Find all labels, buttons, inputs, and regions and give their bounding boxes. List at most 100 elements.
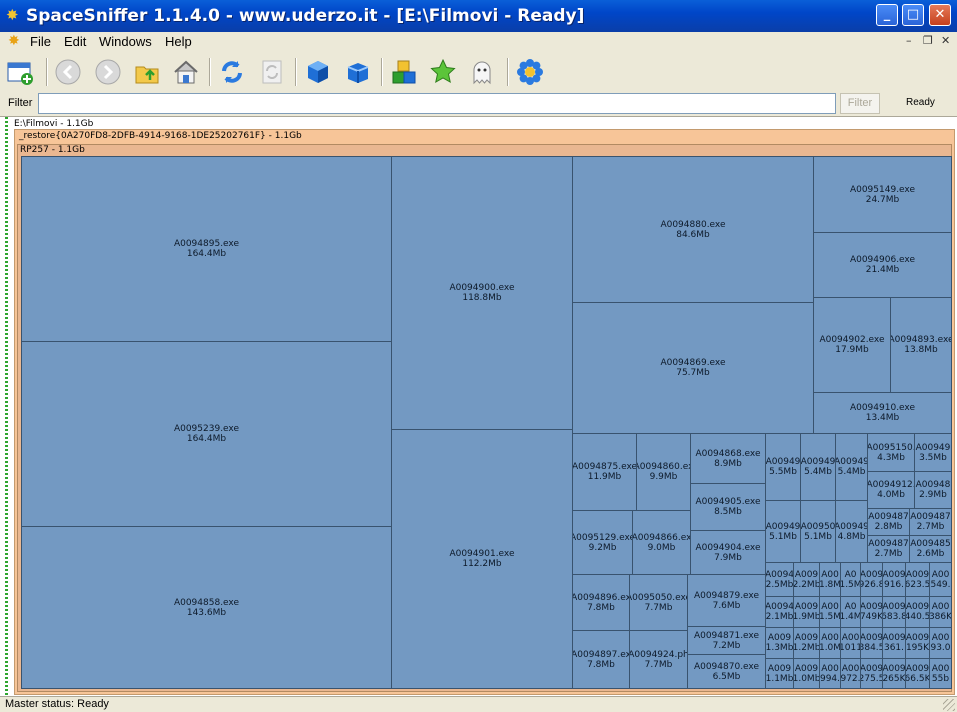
restore-folder-block[interactable]: _restore{0A270FD8-2DFB-4914-9168-1DE2520… <box>14 129 955 695</box>
file-tile[interactable]: A0094902.exe 17.9Mb <box>813 297 891 393</box>
ghost-icon[interactable] <box>468 58 496 86</box>
file-tile[interactable]: A0095150. 4.3Mb <box>867 433 915 472</box>
file-tile[interactable]: A009487 2.7Mb <box>867 535 910 563</box>
file-tile[interactable]: A009487 2.8Mb <box>867 508 910 536</box>
file-tile[interactable]: A0094871.exe 7.2Mb <box>687 626 766 655</box>
close-button[interactable]: ✕ <box>929 4 951 26</box>
up-folder-icon[interactable] <box>133 58 161 86</box>
mdi-minimize-button[interactable]: – <box>906 34 912 47</box>
file-tile[interactable]: A0094870.exe 6.5Mb <box>687 654 766 689</box>
file-tile[interactable]: A0094 2.1Mb <box>765 596 794 628</box>
file-tile[interactable]: A009275.5 <box>860 658 883 689</box>
file-tile[interactable]: A00 55b <box>929 658 952 689</box>
file-tile[interactable]: A00950 5.1Mb <box>800 500 836 563</box>
menu-windows[interactable]: Windows <box>99 34 152 49</box>
blue-cube-open-icon[interactable] <box>344 58 372 86</box>
file-tile[interactable]: A0094906.exe 21.4Mb <box>813 232 952 298</box>
refresh-icon[interactable] <box>218 58 246 86</box>
file-tile[interactable]: A009 1.9Mb <box>793 596 820 628</box>
file-tile[interactable]: A0094924.ph 7.7Mb <box>629 630 688 689</box>
file-tile[interactable]: A0094869.exe 75.7Mb <box>572 302 814 434</box>
rp-folder-block[interactable]: RP257 - 1.1Gb A0094895.exe 164.4Mb A009523… <box>17 144 952 692</box>
file-tile[interactable]: A00949 5.4Mb <box>835 433 868 501</box>
file-tile[interactable]: A00 549. <box>929 562 952 597</box>
file-tile[interactable]: A009 195K <box>905 627 930 659</box>
file-tile[interactable]: A0 1.5M <box>840 562 861 597</box>
file-tile[interactable]: A009926.8 <box>860 562 883 597</box>
file-tile[interactable]: A00 1011 <box>840 627 861 659</box>
file-tile[interactable]: A009 2.2Mb <box>793 562 820 597</box>
file-tile[interactable]: A0094900.exe 118.8Mb <box>391 156 573 430</box>
file-tile[interactable]: A00948 2.9Mb <box>914 471 952 509</box>
blue-cube-icon[interactable] <box>304 58 332 86</box>
home-icon[interactable] <box>172 58 200 86</box>
file-tile[interactable]: A0094 2.5Mb <box>765 562 794 597</box>
file-tile[interactable]: A009384.5 <box>860 627 883 659</box>
file-tile[interactable]: A00949 5.5Mb <box>765 433 801 501</box>
file-tile[interactable]: A0095050.exe 7.7Mb <box>629 574 688 631</box>
file-tile[interactable]: A0 1.4M <box>840 596 861 628</box>
file-tile[interactable]: A0094860.ex 9.9Mb <box>636 433 691 511</box>
file-tile[interactable]: A0095149.exe 24.7Mb <box>813 156 952 233</box>
file-tile[interactable]: A00 386K <box>929 596 952 628</box>
root-folder-label[interactable]: E:\Filmovi - 1.1Gb <box>14 119 93 129</box>
filter-button[interactable]: Filter <box>840 93 880 114</box>
file-tile[interactable]: A009 66.5K <box>905 658 930 689</box>
file-tile[interactable]: A009 361. <box>882 627 906 659</box>
mdi-app-icon[interactable]: ✸ <box>8 33 20 49</box>
file-tile[interactable]: A00949 5.1Mb <box>765 500 801 563</box>
star-icon[interactable] <box>429 58 457 86</box>
filter-input[interactable] <box>38 93 836 114</box>
file-tile[interactable]: A0094880.exe 84.6Mb <box>572 156 814 303</box>
file-tile[interactable]: A0095239.exe 164.4Mb <box>21 341 392 527</box>
file-tile[interactable]: A009 916. <box>882 562 906 597</box>
file-tile[interactable]: A009 440.5 <box>905 596 930 628</box>
file-tile[interactable]: A00 1.5M <box>819 596 841 628</box>
file-tile[interactable]: A0094875.exe 11.9Mb <box>572 433 637 511</box>
menu-file[interactable]: File <box>30 34 51 49</box>
file-tile[interactable]: A009 265K <box>882 658 906 689</box>
menu-edit[interactable]: Edit <box>64 34 86 49</box>
settings-flower-icon[interactable] <box>516 58 544 86</box>
file-tile[interactable]: A009485 2.6Mb <box>909 535 952 563</box>
file-tile[interactable]: A009 749K <box>860 596 883 628</box>
file-tile[interactable]: A009487 2.7Mb <box>909 508 952 536</box>
file-tile[interactable]: A0094912. 4.0Mb <box>867 471 915 509</box>
file-tile[interactable]: A0094896.ex 7.8Mb <box>572 574 630 631</box>
file-tile[interactable]: A00949 4.8Mb <box>835 500 868 563</box>
file-tile[interactable]: A0094897.ex 7.8Mb <box>572 630 630 689</box>
file-tile[interactable]: A00949 3.5Mb <box>914 433 952 472</box>
forward-icon[interactable] <box>94 58 122 86</box>
menu-help[interactable]: Help <box>165 34 192 49</box>
file-tile[interactable]: A00 972. <box>840 658 861 689</box>
file-tile[interactable]: A0094910.exe 13.4Mb <box>813 392 952 434</box>
file-tile[interactable]: A0094904.exe 7.9Mb <box>690 530 766 575</box>
file-tile[interactable]: A009 623.5 <box>905 562 930 597</box>
file-tile[interactable]: A00 1.8M <box>819 562 841 597</box>
back-icon[interactable] <box>54 58 82 86</box>
file-tile[interactable]: A0094866.ex 9.0Mb <box>632 510 691 575</box>
file-tile[interactable]: A00 1.0M <box>819 627 841 659</box>
maximize-button[interactable]: □ <box>902 4 924 26</box>
file-tile[interactable]: A00 994. <box>819 658 841 689</box>
file-tile[interactable]: A0094901.exe 112.2Mb <box>391 429 573 689</box>
file-tile[interactable]: A0094879.exe 7.6Mb <box>687 574 766 627</box>
file-tile[interactable]: A009 1.1Mb <box>765 658 794 689</box>
treemap-view[interactable]: E:\Filmovi - 1.1Gb _restore{0A270FD8-2DF… <box>0 116 957 697</box>
file-tile[interactable]: A00 93.0 <box>929 627 952 659</box>
file-tile[interactable]: A009 683.8 <box>882 596 906 628</box>
zoom-depth-bar[interactable] <box>5 117 8 697</box>
mdi-restore-button[interactable]: ❐ <box>923 34 933 47</box>
file-tile[interactable]: A0094895.exe 164.4Mb <box>21 156 392 342</box>
title-bar[interactable]: ✸ SpaceSniffer 1.1.4.0 - www.uderzo.it -… <box>0 0 957 32</box>
new-scan-icon[interactable] <box>6 58 34 86</box>
file-tile[interactable]: A0094893.exe 13.8Mb <box>890 297 952 393</box>
resize-grip[interactable] <box>943 699 955 711</box>
file-tile[interactable]: A009 1.2Mb <box>793 627 820 659</box>
file-tile[interactable]: A0094905.exe 8.5Mb <box>690 483 766 531</box>
file-tile[interactable]: A00949 5.4Mb <box>800 433 836 501</box>
blocks-icon[interactable] <box>390 58 418 86</box>
file-tile[interactable]: A0095129.exe 9.2Mb <box>572 510 633 575</box>
mdi-close-button[interactable]: ✕ <box>941 34 950 47</box>
file-tile[interactable]: A0094868.exe 8.9Mb <box>690 433 766 484</box>
